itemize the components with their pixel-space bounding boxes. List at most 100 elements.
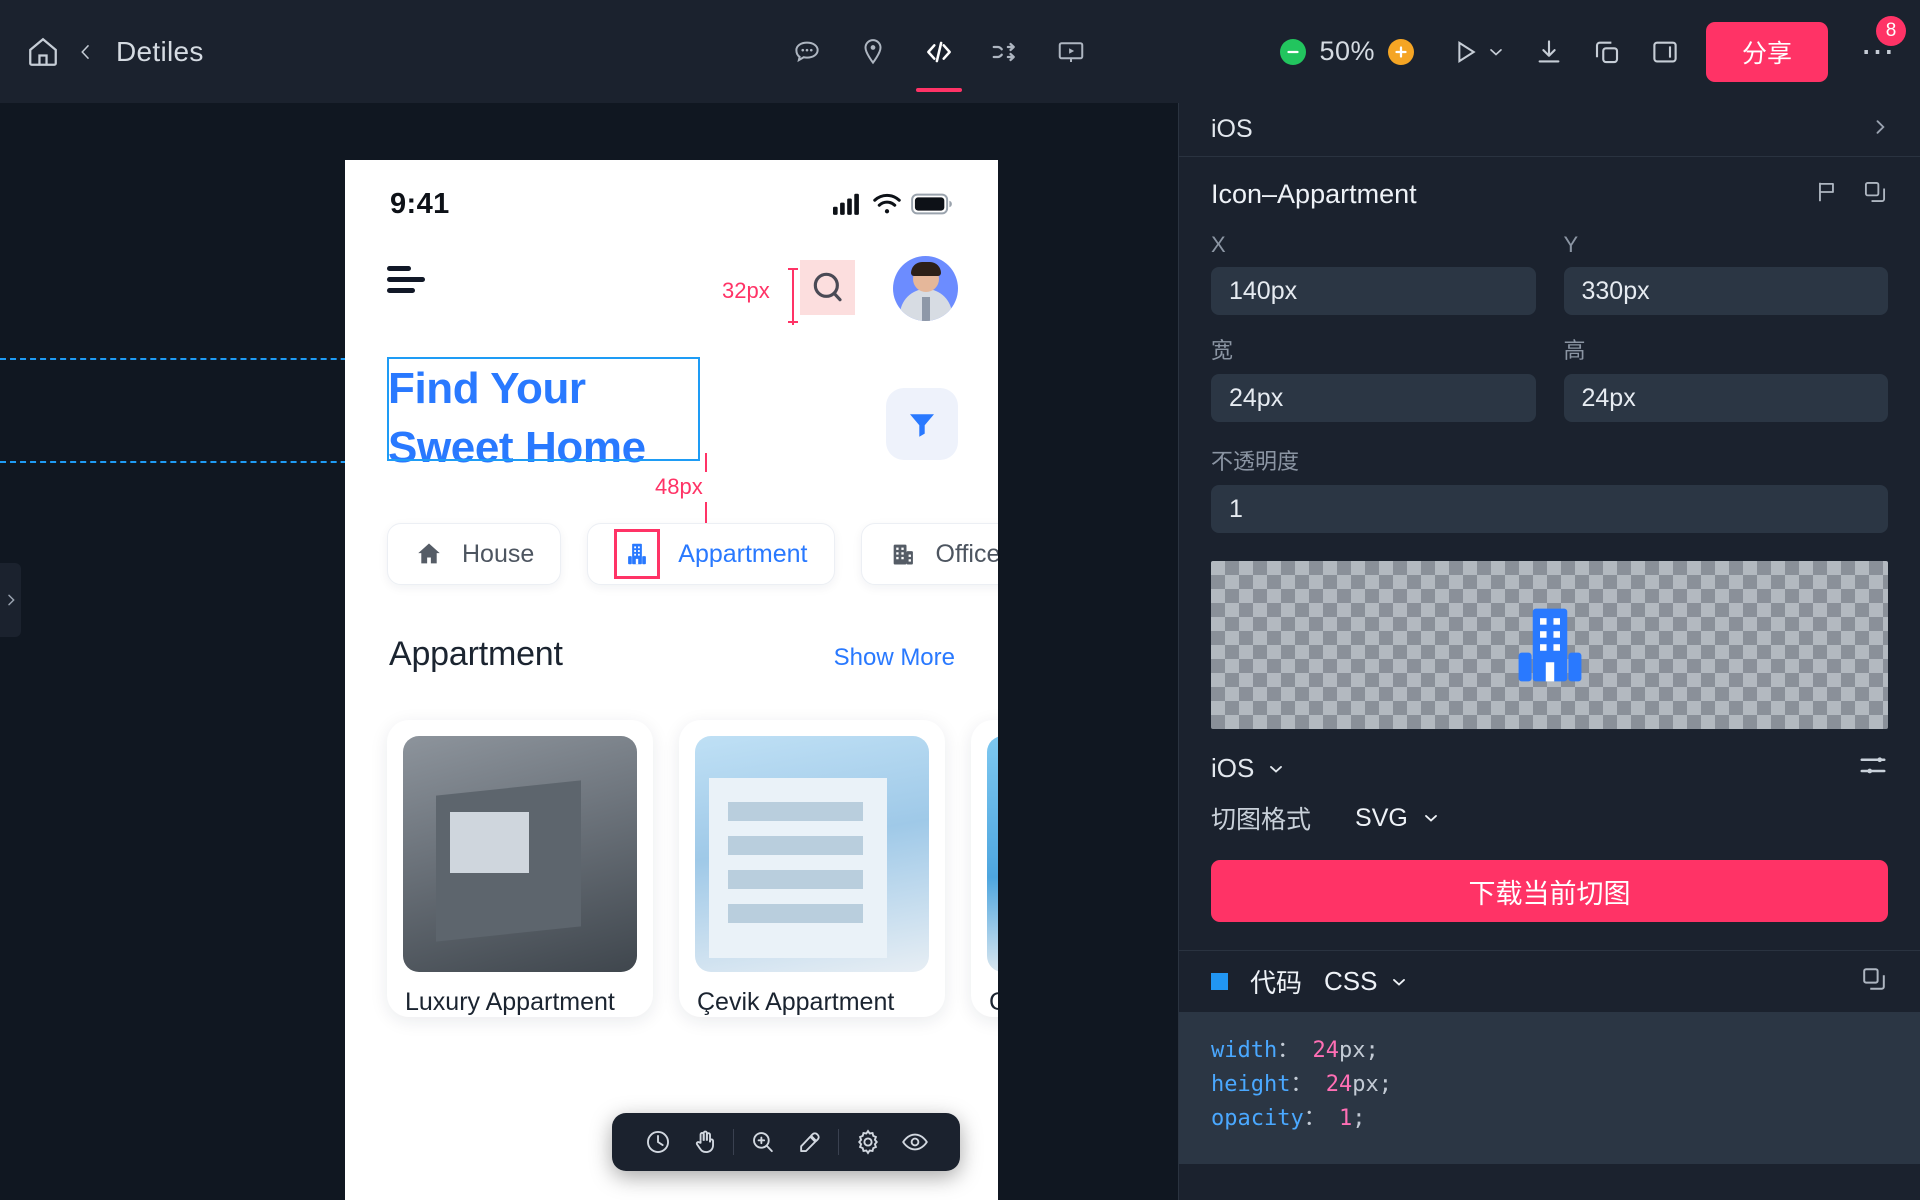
field-width: 宽 24px xyxy=(1211,333,1536,440)
header-tool-group xyxy=(790,0,1088,103)
export-format-select[interactable]: SVG xyxy=(1355,804,1441,833)
field-x: X 140px xyxy=(1211,232,1536,333)
export-platform-select[interactable]: iOS xyxy=(1211,753,1286,784)
field-opacity: 不透明度 1 xyxy=(1211,444,1888,533)
right-panel-icon[interactable] xyxy=(1648,35,1682,69)
filter-icon[interactable] xyxy=(886,388,958,460)
code-sep: ： xyxy=(1277,1038,1300,1063)
field-value-y[interactable]: 330px xyxy=(1563,267,1888,315)
section-title: Appartment xyxy=(389,635,563,673)
eyedropper-icon[interactable] xyxy=(786,1113,833,1171)
chevron-right-icon xyxy=(7,594,15,606)
zoom-controls: 50% xyxy=(1280,36,1414,67)
chip-label-appartment: Appartment xyxy=(678,539,808,568)
search-icon[interactable]: 32px 32px xyxy=(722,260,855,325)
code-num: 24 xyxy=(1312,1038,1340,1063)
chevron-down-icon xyxy=(1393,978,1406,986)
field-label-width: 宽 xyxy=(1211,338,1234,363)
chip-office[interactable]: Office xyxy=(860,523,998,585)
toolbar-divider xyxy=(838,1129,839,1155)
share-button[interactable]: 分享 xyxy=(1705,21,1828,82)
app-root: Detiles 50% 分享 ⋯ 8 9:41 32px Find Your S… xyxy=(0,0,1920,1200)
zoom-in-icon[interactable] xyxy=(739,1113,786,1171)
code-num: 1 xyxy=(1338,1106,1353,1132)
measure-line-height xyxy=(788,268,798,325)
chevron-down-icon xyxy=(1490,48,1502,56)
back-icon[interactable] xyxy=(76,38,96,66)
more-dots-icon: ⋯ xyxy=(1860,32,1896,71)
phone-artboard[interactable]: 9:41 32px Find Your Sweet Home 48px Hous… xyxy=(345,160,998,1200)
chevron-down-icon xyxy=(1424,815,1437,822)
code-num: 24 xyxy=(1325,1072,1353,1098)
layer-title-row: Icon–Appartment xyxy=(1211,179,1888,210)
more-options-button[interactable]: ⋯ 8 xyxy=(1858,15,1906,72)
code-language-select[interactable]: CSS xyxy=(1324,966,1409,997)
duplicate-icon[interactable] xyxy=(1862,179,1888,210)
platform-selector-row[interactable]: iOS xyxy=(1179,103,1920,157)
section-header: Appartment Show More xyxy=(389,635,955,674)
comment-icon[interactable] xyxy=(790,35,824,69)
property-card[interactable]: Çevik Appartment xyxy=(679,720,945,1017)
code-prop: height xyxy=(1211,1072,1291,1098)
chip-appartment[interactable]: Appartment xyxy=(587,523,835,585)
category-chip-row: House Appartment Office xyxy=(387,523,998,585)
settings-gear-icon[interactable] xyxy=(844,1113,891,1171)
history-icon[interactable] xyxy=(634,1113,681,1171)
measure-search-height: 32px xyxy=(722,278,770,303)
chevron-down-icon xyxy=(1270,765,1283,773)
chevron-right-icon[interactable] xyxy=(1870,117,1890,143)
field-label-y: Y xyxy=(1563,232,1579,257)
duplicate-icon[interactable] xyxy=(1590,35,1624,69)
code-panel-header: 代码 CSS xyxy=(1179,950,1920,1012)
asset-preview xyxy=(1211,561,1888,729)
left-panel-expand-handle[interactable] xyxy=(0,563,21,637)
code-prop: opacity xyxy=(1211,1106,1304,1132)
copy-icon[interactable] xyxy=(1860,965,1888,998)
chip-house[interactable]: House xyxy=(387,523,562,585)
field-height: 高 24px xyxy=(1563,333,1888,440)
avatar[interactable] xyxy=(893,256,958,321)
property-card[interactable]: Luxury Appartment xyxy=(387,720,653,1017)
property-title: Çevik Appartment xyxy=(697,988,895,1016)
preview-play-button[interactable] xyxy=(1450,37,1506,67)
field-value-width[interactable]: 24px xyxy=(1211,374,1536,422)
hand-pan-icon[interactable] xyxy=(681,1113,728,1171)
home-icon[interactable] xyxy=(24,33,62,71)
zoom-out-icon[interactable] xyxy=(1280,38,1307,65)
status-icons xyxy=(833,193,953,216)
code-unit: px xyxy=(1339,1038,1366,1063)
code-language-value: CSS xyxy=(1324,966,1378,996)
wifi-icon xyxy=(873,193,901,213)
eye-visibility-icon[interactable] xyxy=(891,1113,938,1171)
header-right-group: 50% 分享 ⋯ 8 xyxy=(1280,0,1920,103)
hamburger-menu-icon[interactable] xyxy=(387,266,427,299)
canvas-floating-toolbar xyxy=(612,1113,960,1171)
code-sep: ： xyxy=(1290,1072,1313,1098)
chip-label-office: Office xyxy=(935,539,998,568)
sliders-icon[interactable] xyxy=(1858,751,1888,786)
design-canvas[interactable]: 9:41 32px Find Your Sweet Home 48px Hous… xyxy=(0,103,1178,1200)
property-image xyxy=(987,736,998,972)
download-icon[interactable] xyxy=(1532,35,1566,69)
code-end: ; xyxy=(1352,1106,1366,1132)
flag-icon[interactable] xyxy=(1814,179,1840,210)
platform-label: iOS xyxy=(1211,115,1253,143)
cellular-signal-icon xyxy=(833,193,859,215)
field-value-opacity[interactable]: 1 xyxy=(1211,485,1888,533)
property-card[interactable]: Ce xyxy=(971,720,998,1017)
show-more-link[interactable]: Show More xyxy=(834,644,955,672)
shuffle-icon[interactable] xyxy=(988,35,1022,69)
present-icon[interactable] xyxy=(1054,35,1088,69)
top-header: Detiles 50% 分享 ⋯ 8 xyxy=(0,0,1920,103)
export-platform-row: iOS xyxy=(1211,751,1888,786)
toolbar-divider xyxy=(733,1129,734,1155)
location-pin-icon[interactable] xyxy=(856,35,890,69)
zoom-in-icon[interactable] xyxy=(1387,38,1414,65)
export-format-row: 切图格式 SVG xyxy=(1211,800,1888,836)
download-asset-button[interactable]: 下载当前切图 xyxy=(1211,860,1888,922)
code-icon[interactable] xyxy=(922,35,956,69)
field-value-x[interactable]: 140px xyxy=(1211,267,1536,315)
field-label-height: 高 xyxy=(1563,338,1586,363)
field-value-height[interactable]: 24px xyxy=(1563,374,1888,422)
code-panel-body[interactable]: width： 24px; height： 24px; opacity： 1; xyxy=(1179,1012,1920,1165)
